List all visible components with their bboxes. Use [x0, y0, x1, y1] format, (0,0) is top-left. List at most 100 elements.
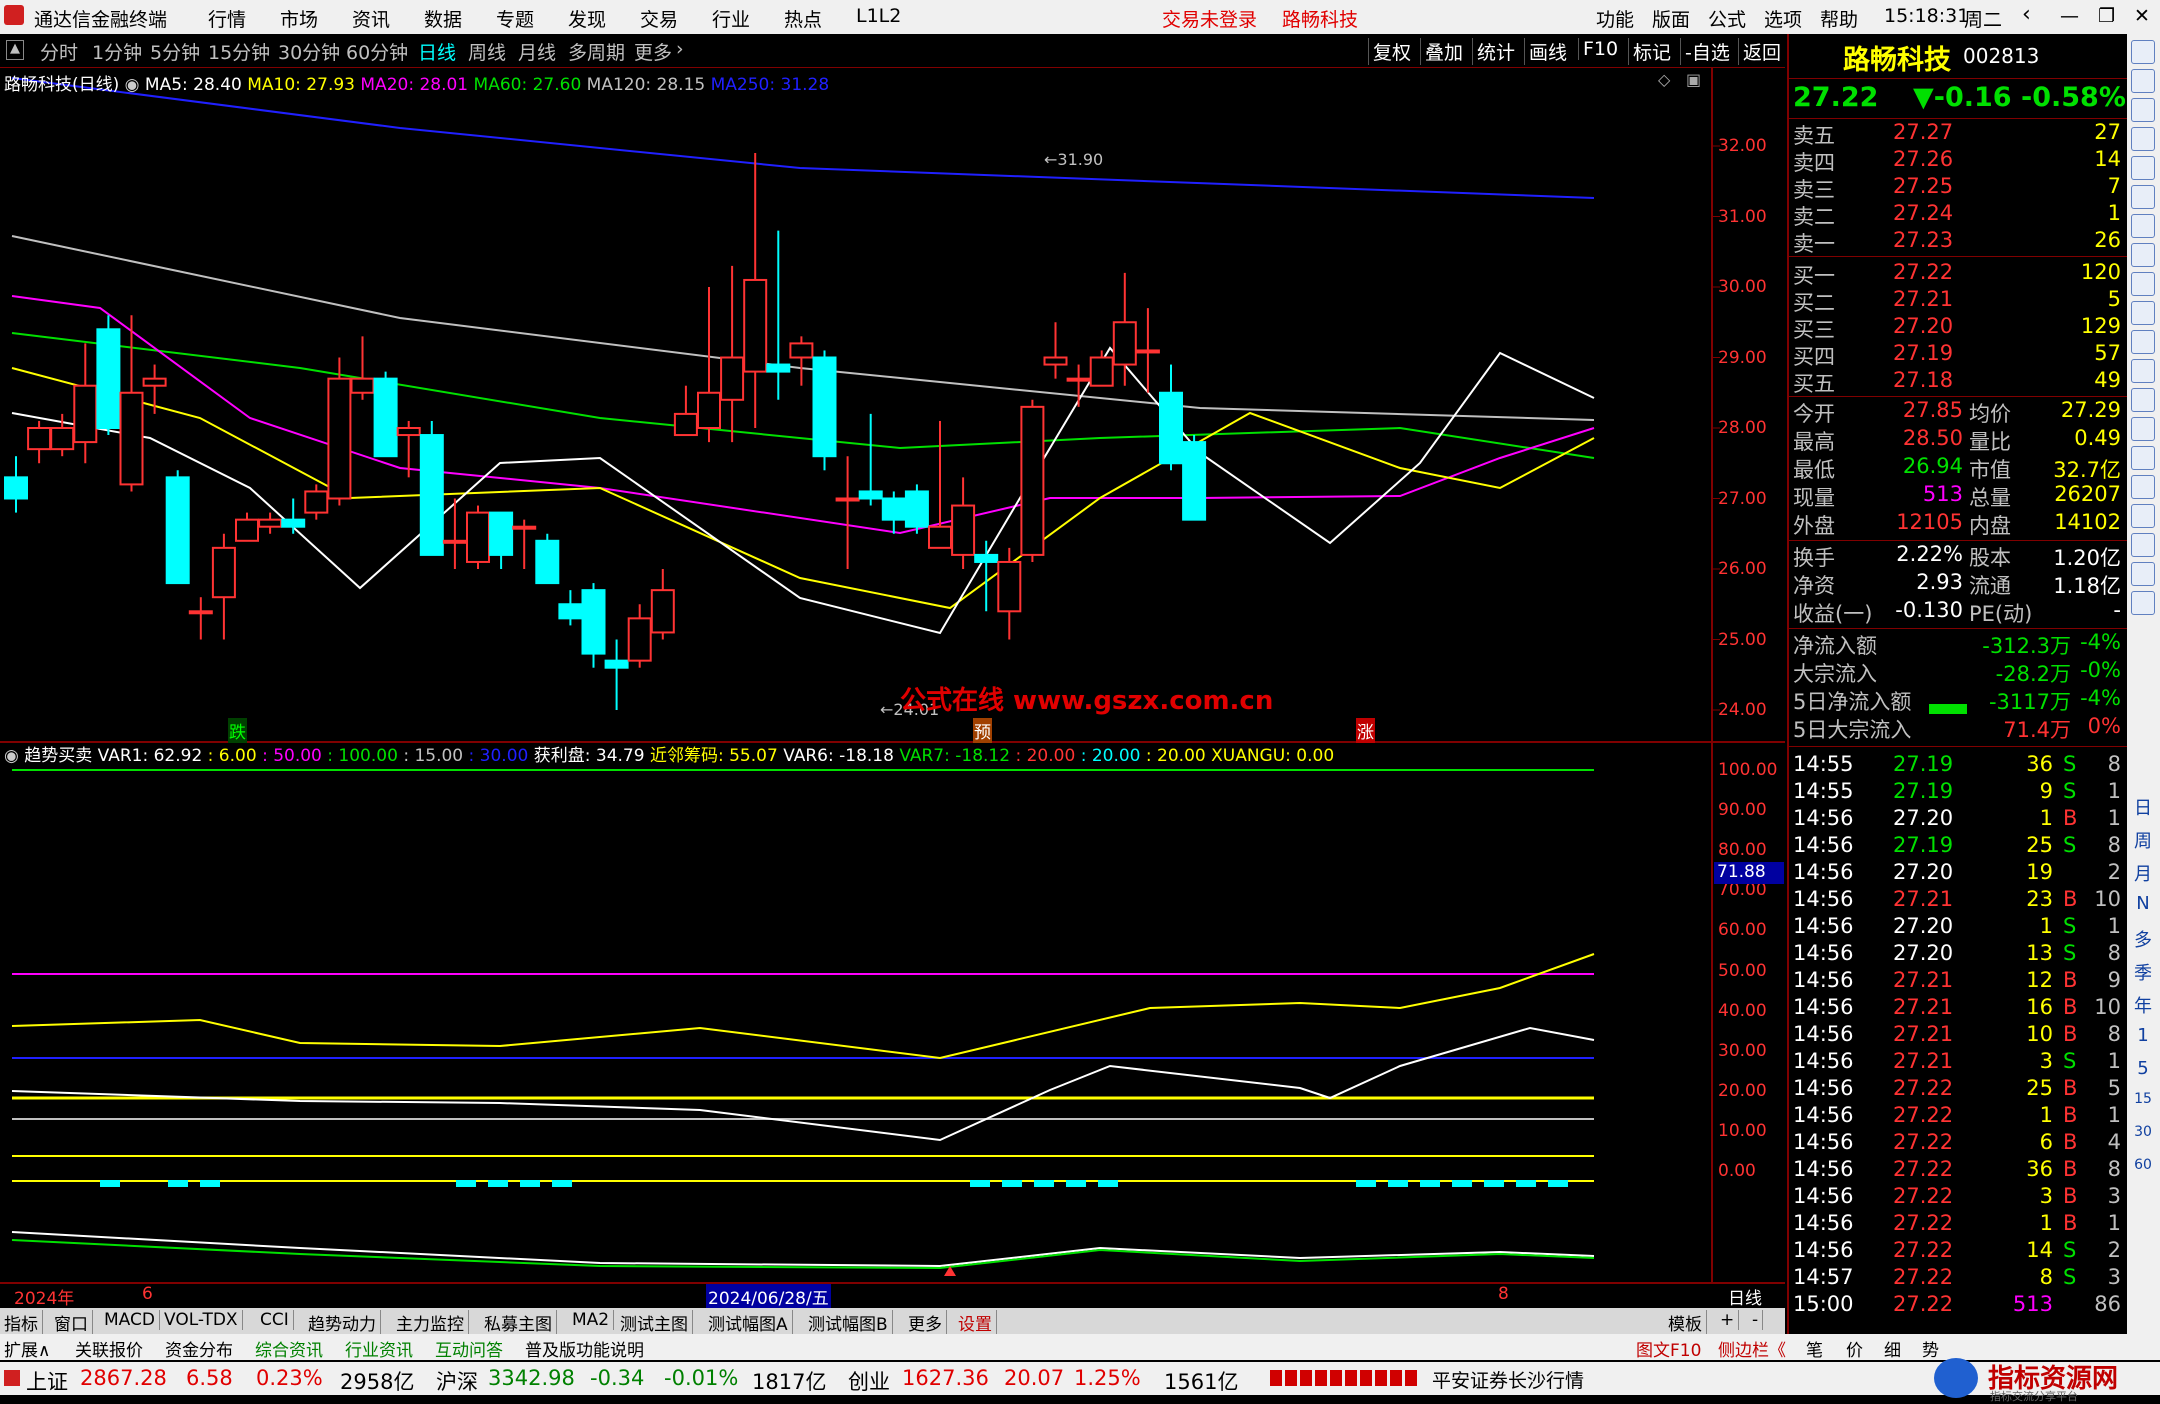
ext-tab-0[interactable]: 扩展∧ [4, 1336, 50, 1361]
candle-body[interactable] [373, 377, 398, 458]
tool-icon[interactable] [2131, 417, 2155, 441]
bottom-tab-6[interactable]: 主力监控 [396, 1310, 469, 1335]
candle-body[interactable] [858, 490, 883, 500]
tool-icon[interactable] [2131, 388, 2155, 412]
hs-name[interactable]: 沪深 [436, 1366, 478, 1396]
candle-body[interactable] [96, 328, 121, 429]
minimize-icon[interactable]: — [2060, 5, 2079, 27]
candle-body[interactable] [997, 560, 1022, 613]
candle-body[interactable] [466, 511, 490, 563]
bottom-tab-2[interactable]: MACD [104, 1310, 160, 1330]
candle-body[interactable] [974, 553, 999, 563]
tool-icon[interactable] [2131, 562, 2155, 586]
bottom-right-2[interactable]: - [1752, 1310, 1764, 1330]
settings-circle-icon[interactable]: ◉ [4, 746, 19, 766]
ext-right-4[interactable]: 细 [1884, 1336, 1901, 1361]
candle-body[interactable] [258, 518, 283, 528]
candle-body[interactable] [396, 427, 421, 437]
menu-redian[interactable]: 热点 [784, 5, 822, 32]
candle-body[interactable] [650, 589, 675, 634]
tool-huaxian[interactable]: 画线 [1524, 38, 1567, 65]
ext-right-5[interactable]: 势 [1922, 1336, 1939, 1361]
tool-icon[interactable] [2131, 533, 2155, 557]
period-side-10[interactable]: 30 [2131, 1124, 2155, 1148]
tool-icon[interactable] [2131, 214, 2155, 238]
candle-body[interactable] [489, 511, 514, 556]
period-side-3[interactable]: N [2131, 893, 2155, 917]
ext-tab-5[interactable]: 互动问答 [435, 1336, 503, 1361]
candle-body[interactable] [350, 377, 375, 394]
period-weekly[interactable]: 周线 [468, 38, 506, 65]
bottom-tab-5[interactable]: 趋势动力 [308, 1310, 381, 1335]
tool-icon[interactable] [2131, 504, 2155, 528]
period-multi[interactable]: 多周期 [568, 38, 625, 65]
candle-body[interactable] [142, 377, 167, 387]
window-icon[interactable]: ▣ [1686, 70, 1701, 89]
candle-body[interactable] [951, 504, 976, 556]
candle-body[interactable] [119, 391, 144, 486]
bottom-tab-0[interactable]: 指标 [4, 1310, 43, 1335]
ext-right-0[interactable]: 图文F10 [1636, 1336, 1701, 1361]
period-more[interactable]: 更多 [634, 38, 672, 65]
candle-body[interactable] [73, 384, 98, 444]
candle-body[interactable] [4, 476, 28, 500]
trade-status[interactable]: 交易未登录 [1162, 5, 1257, 32]
menu-faxian[interactable]: 发现 [568, 5, 606, 32]
tool-icon[interactable] [2131, 243, 2155, 267]
menu-banmian[interactable]: 版面 [1652, 5, 1690, 32]
bottom-tab-13[interactable]: 设置 [958, 1310, 997, 1335]
candle-body[interactable] [766, 363, 791, 373]
candle-body[interactable] [235, 518, 259, 542]
candle-body[interactable] [627, 617, 652, 662]
bottom-tab-3[interactable]: VOL-TDX [164, 1310, 243, 1330]
candle-body[interactable] [1159, 391, 1183, 465]
menu-gongshi[interactable]: 公式 [1708, 5, 1746, 32]
bottom-tab-7[interactable]: 私募主图 [484, 1310, 557, 1335]
period-side-6[interactable]: 年 [2131, 992, 2155, 1017]
candle-body[interactable] [1089, 356, 1114, 387]
candle-body[interactable] [1112, 321, 1137, 366]
candle-body[interactable] [188, 610, 213, 615]
diamond-icon[interactable]: ◇ [1658, 70, 1670, 89]
period-side-2[interactable]: 月 [2131, 860, 2155, 885]
bottom-tab-9[interactable]: 测试主图 [620, 1310, 693, 1335]
period-60min[interactable]: 60分钟 [346, 38, 408, 65]
tool-diejia[interactable]: 叠加 [1420, 38, 1463, 65]
menu-jiaoyi[interactable]: 交易 [640, 5, 678, 32]
bottom-right-1[interactable]: + [1720, 1310, 1740, 1330]
tool-tongji[interactable]: 统计 [1472, 38, 1515, 65]
sh-name[interactable]: 上证 [26, 1366, 68, 1396]
candle-body[interactable] [581, 589, 606, 655]
candle-body[interactable] [904, 490, 929, 528]
bottom-tab-11[interactable]: 测试幅图B [808, 1310, 893, 1335]
menu-gongneng[interactable]: 功能 [1596, 5, 1634, 32]
candle-body[interactable] [442, 539, 467, 544]
ext-tab-3[interactable]: 综合资讯 [255, 1336, 323, 1361]
ext-right-1[interactable]: 侧边栏《 [1718, 1336, 1786, 1361]
menu-shuju[interactable]: 数据 [424, 5, 462, 32]
candle-body[interactable] [604, 659, 629, 669]
tool-icon[interactable] [2131, 127, 2155, 151]
tool-icon[interactable] [2131, 591, 2155, 615]
ext-tab-2[interactable]: 资金分布 [165, 1336, 233, 1361]
candle-body[interactable] [558, 603, 583, 620]
period-side-8[interactable]: 5 [2131, 1058, 2155, 1082]
period-side-5[interactable]: 季 [2131, 959, 2155, 984]
tool-icon[interactable] [2131, 185, 2155, 209]
menu-zixun[interactable]: 资讯 [352, 5, 390, 32]
bottom-tab-4[interactable]: CCI [260, 1310, 294, 1330]
tool-zixuan[interactable]: -自选 [1680, 38, 1730, 65]
tool-f10[interactable]: F10 [1578, 38, 1618, 60]
candle-body[interactable] [50, 427, 75, 451]
period-fenshi[interactable]: 分时 [40, 38, 78, 65]
tool-biaoji[interactable]: 标记 [1628, 38, 1671, 65]
menu-hangye[interactable]: 行业 [712, 5, 750, 32]
menu-zhuanti[interactable]: 专题 [496, 5, 534, 32]
menu-bangzhu[interactable]: 帮助 [1820, 5, 1858, 32]
ext-right-3[interactable]: 价 [1846, 1336, 1863, 1361]
candle-body[interactable] [812, 356, 837, 458]
candle-body[interactable] [281, 518, 306, 528]
candle-body[interactable] [720, 356, 745, 401]
tool-fuquan[interactable]: 复权 [1368, 38, 1411, 65]
candle-body[interactable] [673, 412, 698, 437]
